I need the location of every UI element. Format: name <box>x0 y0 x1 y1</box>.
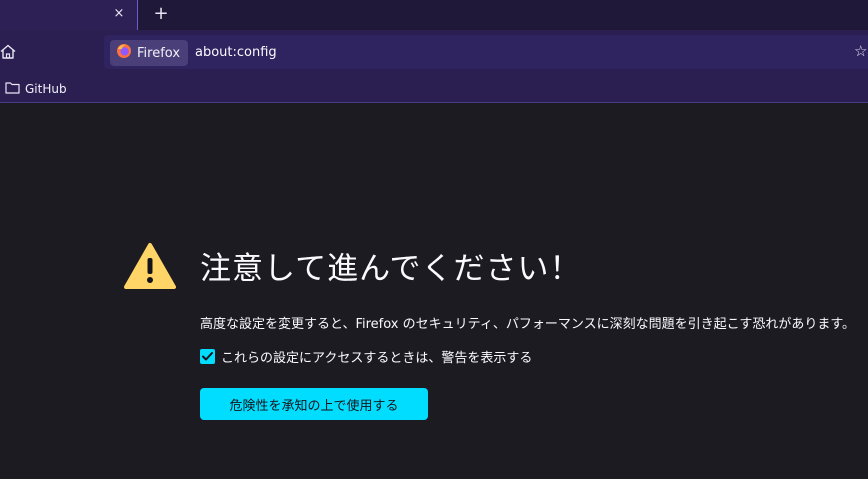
tab-strip: × + <box>0 0 868 30</box>
tab-close-button[interactable]: × <box>111 5 127 21</box>
tab-about-config[interactable]: × <box>0 0 138 30</box>
bookmarks-toolbar: GitHub <box>0 74 868 103</box>
show-warning-checkbox-label[interactable]: これらの設定にアクセスするときは、警告を表示する <box>221 347 532 366</box>
url-bar[interactable]: Firefox about:config ☆ <box>104 35 868 69</box>
show-warning-checkbox[interactable] <box>200 349 215 364</box>
about-config-warning-page: 注意して進んでください！ 高度な設定を変更すると、Firefox のセキュリティ… <box>0 103 868 479</box>
identity-box[interactable]: Firefox <box>110 40 189 66</box>
folder-icon <box>5 81 20 97</box>
bookmark-star-icon[interactable]: ☆ <box>854 43 868 59</box>
home-icon[interactable] <box>0 44 16 60</box>
warning-title: 注意して進んでください！ <box>200 251 582 287</box>
bookmark-label: GitHub <box>25 82 67 96</box>
bookmark-folder-github[interactable]: GitHub <box>5 81 67 97</box>
show-warning-checkbox-row[interactable]: これらの設定にアクセスするときは、警告を表示する <box>200 347 532 366</box>
url-text[interactable]: about:config <box>195 45 277 60</box>
identity-label: Firefox <box>137 45 181 61</box>
accept-risk-button[interactable]: 危険性を承知の上で使用する <box>200 388 428 420</box>
nav-bar: Firefox about:config ☆ <box>0 30 868 74</box>
warning-description: 高度な設定を変更すると、Firefox のセキュリティ、パフォーマンスに深刻な問… <box>200 317 856 332</box>
warning-icon <box>124 242 176 290</box>
firefox-logo-icon <box>116 43 132 63</box>
new-tab-button[interactable]: + <box>151 4 171 24</box>
